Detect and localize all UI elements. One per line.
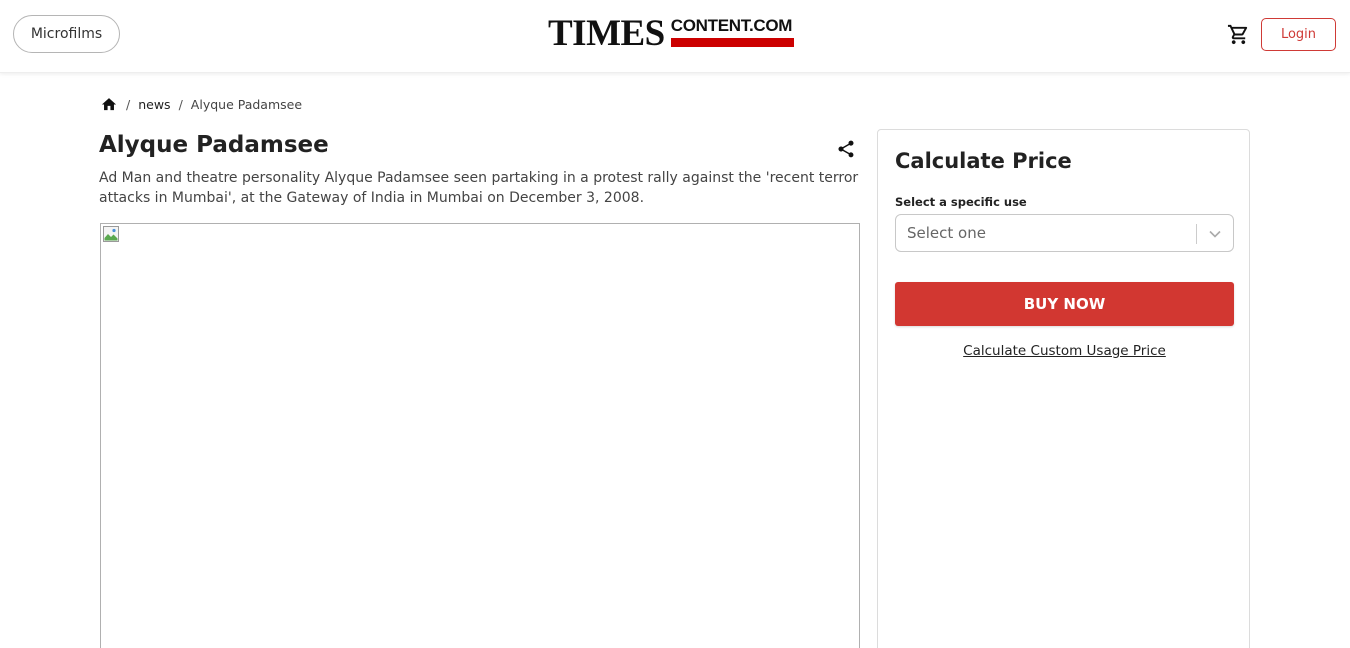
microfilms-button[interactable]: Microfilms: [13, 15, 120, 53]
logo-red-bar: [670, 38, 794, 47]
home-icon[interactable]: [100, 96, 118, 113]
article-description: Ad Man and theatre personality Alyque Pa…: [99, 170, 859, 206]
chevron-down-icon[interactable]: [1207, 227, 1223, 241]
breadcrumb-separator: /: [126, 96, 131, 112]
site-header: Microfilms TIMES CONTENT.COM Login: [0, 0, 1350, 73]
page-title: Alyque Padamsee: [99, 132, 329, 158]
share-icon[interactable]: [836, 139, 856, 159]
breadcrumb-link-news[interactable]: news: [138, 97, 170, 112]
select-divider: [1196, 224, 1197, 244]
breadcrumb-separator: /: [178, 96, 183, 112]
price-panel-title: Calculate Price: [895, 149, 1072, 173]
cart-icon[interactable]: [1227, 23, 1250, 46]
use-select-dropdown[interactable]: Select one: [895, 214, 1234, 252]
logo-content-text: CONTENT.COM: [670, 16, 793, 35]
buy-now-button[interactable]: BUY NOW: [895, 282, 1234, 326]
main-image[interactable]: [100, 223, 860, 648]
site-logo[interactable]: TIMES CONTENT.COM: [548, 13, 800, 54]
select-placeholder: Select one: [907, 224, 986, 242]
use-select-label: Select a specific use: [895, 195, 1027, 209]
breadcrumb: / news / Alyque Padamsee: [100, 94, 302, 114]
custom-usage-price-link[interactable]: Calculate Custom Usage Price: [895, 343, 1234, 359]
logo-right: CONTENT.COM: [670, 16, 794, 47]
logo-times-text: TIMES: [548, 13, 665, 54]
login-button[interactable]: Login: [1261, 18, 1336, 51]
broken-image-icon: [103, 226, 119, 242]
price-panel: Calculate Price Select a specific use Se…: [877, 129, 1250, 648]
breadcrumb-current: Alyque Padamsee: [190, 96, 303, 112]
